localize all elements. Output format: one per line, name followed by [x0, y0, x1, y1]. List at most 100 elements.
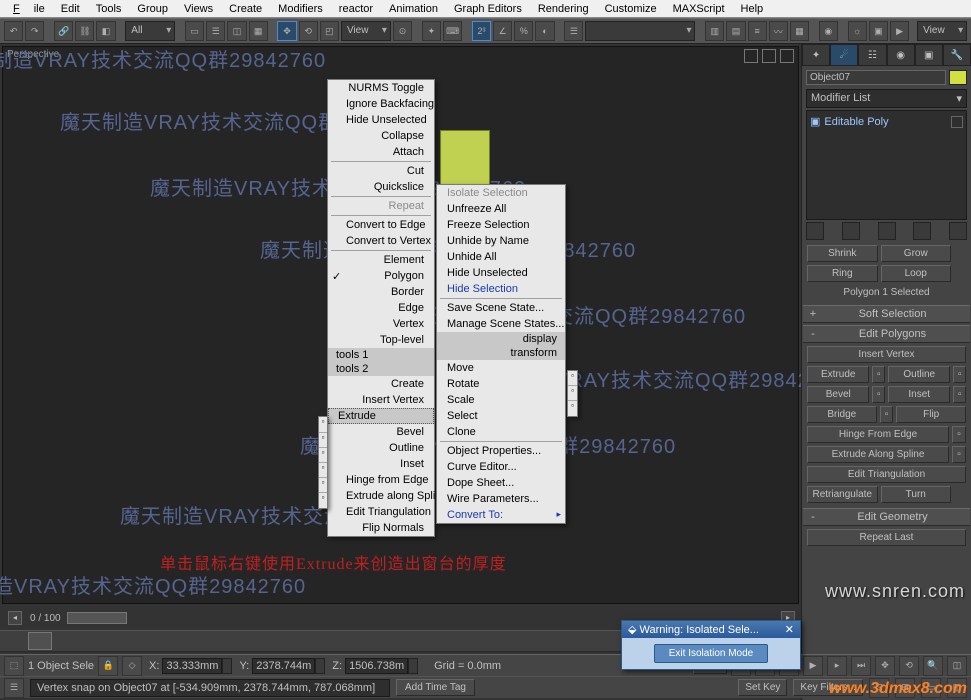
- undo-icon[interactable]: ↶: [4, 21, 23, 41]
- center-icon[interactable]: ⊙: [393, 21, 412, 41]
- ctx-attach[interactable]: Attach: [328, 144, 434, 160]
- ctx-inset[interactable]: Inset: [328, 456, 434, 472]
- scroll-thumb[interactable]: [67, 612, 127, 624]
- menu-maxscript[interactable]: MAXScript: [666, 2, 732, 15]
- next-frame-icon[interactable]: ▸: [827, 656, 847, 676]
- menu-group[interactable]: Group: [130, 2, 175, 15]
- ctx-element[interactable]: Element: [328, 252, 434, 268]
- stack-expand-icon[interactable]: ▣: [810, 115, 820, 128]
- snap-toggle-icon[interactable]: 2³: [472, 21, 491, 41]
- bevel-button[interactable]: Bevel: [807, 386, 869, 403]
- edit-triangulation-button[interactable]: Edit Triangulation: [807, 466, 966, 483]
- ctx-hide-unselected2[interactable]: Hide Unselected: [437, 265, 565, 281]
- ctx-wire-parameters[interactable]: Wire Parameters...: [437, 491, 565, 507]
- ctx-insert-vertex[interactable]: Insert Vertex: [328, 392, 434, 408]
- ctx-extrude-settings-icon[interactable]: ▫: [319, 417, 327, 433]
- unlink-icon[interactable]: ⛓: [75, 21, 94, 41]
- dialog-close-icon[interactable]: ✕: [785, 623, 794, 636]
- coord-z-spinner[interactable]: [408, 658, 418, 674]
- ctx-create[interactable]: Create: [328, 376, 434, 392]
- repeat-last-button[interactable]: Repeat Last: [807, 529, 966, 546]
- menu-graph-editors[interactable]: Graph Editors: [447, 2, 529, 15]
- nav-zoom-icon[interactable]: 🔍: [923, 656, 943, 676]
- ctx-edge[interactable]: Edge: [328, 300, 434, 316]
- refcoord-dropdown[interactable]: View: [341, 21, 391, 41]
- menu-help[interactable]: Help: [734, 2, 771, 15]
- menu-reactor[interactable]: reactor: [332, 2, 380, 15]
- menu-file[interactable]: File: [6, 2, 52, 15]
- pin-stack-icon[interactable]: [806, 222, 824, 240]
- ctx-bevel-settings-icon[interactable]: ▫: [319, 433, 327, 448]
- layers-icon[interactable]: ≡: [748, 21, 767, 41]
- ctx-edit-triangulation[interactable]: Edit Triangulation: [328, 504, 434, 520]
- link-icon[interactable]: 🔗: [54, 21, 73, 41]
- inset-button[interactable]: Inset: [888, 386, 950, 403]
- ctx-rotate[interactable]: Rotate: [437, 376, 565, 392]
- hinge-edge-button[interactable]: Hinge From Edge: [807, 426, 949, 443]
- bevel-settings-icon[interactable]: ▫: [872, 386, 885, 403]
- insert-vertex-button[interactable]: Insert Vertex: [807, 346, 966, 363]
- ctx-inset-settings-icon[interactable]: ▫: [319, 463, 327, 478]
- ctx-flip-normals[interactable]: Flip Normals: [328, 520, 434, 536]
- ctx-save-scene-state[interactable]: Save Scene State...: [437, 300, 565, 316]
- spinner-snap-icon[interactable]: ◐: [535, 21, 554, 41]
- mirror-icon[interactable]: ▥: [705, 21, 724, 41]
- ctx-cut[interactable]: Cut: [328, 163, 434, 179]
- menu-animation[interactable]: Animation: [382, 2, 445, 15]
- ctx-convert-vertex[interactable]: Convert to Vertex: [328, 233, 434, 249]
- ctx-scale-settings-icon[interactable]: ▫: [568, 401, 577, 416]
- extrude-button[interactable]: Extrude: [807, 366, 869, 383]
- goto-end-icon[interactable]: ⏭: [851, 656, 871, 676]
- tab-modify-icon[interactable]: ☄: [830, 44, 858, 66]
- ctx-outline-settings-icon[interactable]: ▫: [319, 448, 327, 463]
- ctx-quickslice[interactable]: Quickslice: [328, 179, 434, 195]
- grow-button[interactable]: Grow: [881, 245, 952, 262]
- rollout-soft-selection[interactable]: +Soft Selection: [803, 305, 970, 323]
- select-name-icon[interactable]: ☰: [206, 21, 225, 41]
- ctx-hide-unselected[interactable]: Hide Unselected: [328, 112, 434, 128]
- render-frame-icon[interactable]: ▣: [869, 21, 888, 41]
- render-preset-dropdown[interactable]: View: [917, 21, 967, 41]
- material-icon[interactable]: ◉: [819, 21, 838, 41]
- coord-z[interactable]: 1506.738m: [345, 658, 408, 674]
- shrink-button[interactable]: Shrink: [807, 245, 878, 262]
- object-color-swatch[interactable]: [949, 70, 967, 85]
- menu-create[interactable]: Create: [222, 2, 269, 15]
- time-slider-thumb[interactable]: [28, 632, 52, 650]
- redo-icon[interactable]: ↷: [25, 21, 44, 41]
- ctx-unhide-by-name[interactable]: Unhide by Name: [437, 233, 565, 249]
- ctx-dope-sheet[interactable]: Dope Sheet...: [437, 475, 565, 491]
- select-icon[interactable]: ▭: [185, 21, 204, 41]
- schematic-icon[interactable]: ▦: [790, 21, 809, 41]
- exit-isolation-button[interactable]: Exit Isolation Mode: [654, 644, 769, 663]
- coord-y[interactable]: 2378.744m: [252, 658, 315, 674]
- tab-hierarchy-icon[interactable]: ☷: [858, 44, 886, 66]
- select-region-icon[interactable]: ◫: [227, 21, 246, 41]
- ctx-scale[interactable]: Scale: [437, 392, 565, 408]
- render-setup-icon[interactable]: ☼: [848, 21, 867, 41]
- extrude-spline-settings-icon[interactable]: ▫: [952, 446, 966, 463]
- ctx-unhide-all[interactable]: Unhide All: [437, 249, 565, 265]
- rollout-edit-geometry[interactable]: -Edit Geometry: [803, 508, 970, 526]
- bridge-settings-icon[interactable]: ▫: [880, 406, 894, 423]
- nav-fov-icon[interactable]: ◫: [947, 656, 967, 676]
- bind-icon[interactable]: ◧: [96, 21, 115, 41]
- named-selset-dropdown[interactable]: [585, 21, 695, 41]
- remove-mod-icon[interactable]: [913, 222, 931, 240]
- nav-orbit-icon[interactable]: ⟲: [899, 656, 919, 676]
- curve-editor-icon[interactable]: 〰: [769, 21, 788, 41]
- menu-edit[interactable]: Edit: [54, 2, 87, 15]
- retriangulate-button[interactable]: Retriangulate: [807, 486, 878, 503]
- ctx-select[interactable]: Select: [437, 408, 565, 424]
- ctx-collapse[interactable]: Collapse: [328, 128, 434, 144]
- ctx-nurms-toggle[interactable]: NURMS Toggle: [328, 80, 434, 96]
- ctx-top-level[interactable]: Top-level: [328, 332, 434, 348]
- manip-icon[interactable]: ✦: [422, 21, 441, 41]
- rollout-edit-polygons[interactable]: -Edit Polygons: [803, 325, 970, 343]
- stack-item-editable-poly[interactable]: ▣ Editable Poly: [810, 114, 963, 129]
- ctx-freeze-selection[interactable]: Freeze Selection: [437, 217, 565, 233]
- add-time-tag-button[interactable]: Add Time Tag: [396, 679, 475, 696]
- ctx-extrude-spline[interactable]: Extrude along Spline: [328, 488, 434, 504]
- ctx-rotate-settings-icon[interactable]: ▫: [568, 386, 577, 401]
- ctx-convert-to[interactable]: Convert To:: [437, 507, 565, 523]
